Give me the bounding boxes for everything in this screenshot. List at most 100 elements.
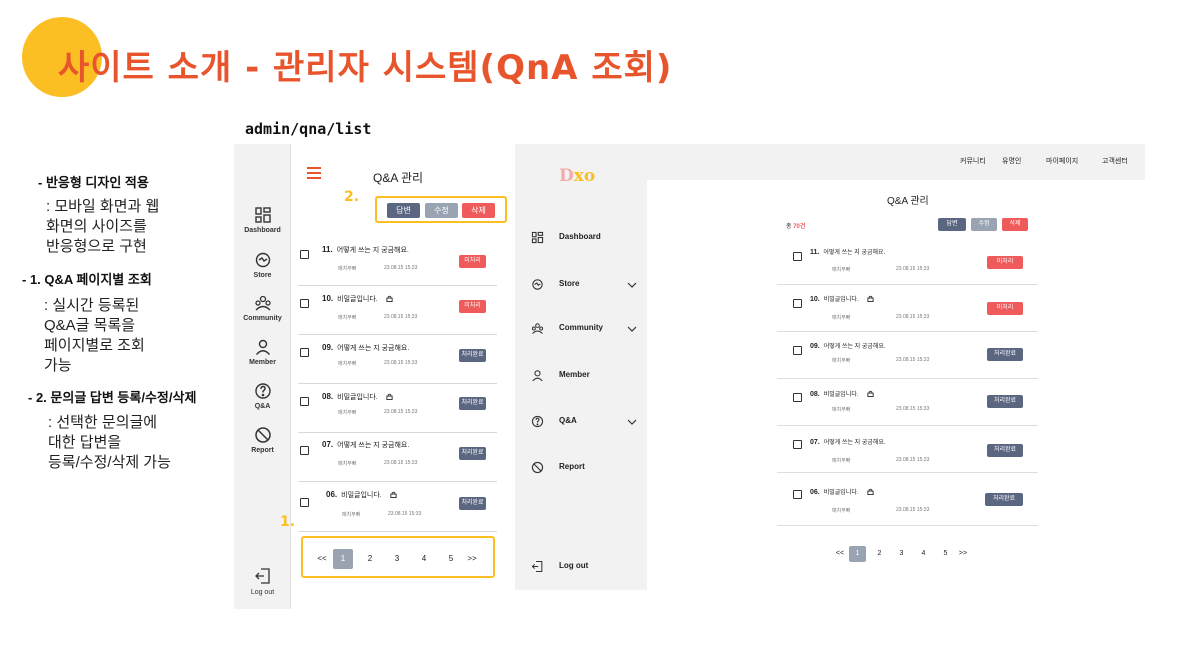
row-date: 23.08.15 15:33	[896, 266, 930, 272]
logo[interactable]: Dxo	[559, 166, 595, 186]
delete-button[interactable]: 삭제	[462, 203, 495, 218]
status-badge: 처리완료	[459, 497, 486, 510]
row-checkbox[interactable]	[793, 490, 802, 499]
desktop-table-row[interactable]: 10. 비밀글입니다. 매치무빠 23.08.15 15:33 미처리	[777, 285, 1038, 332]
row-number: 11.	[810, 249, 820, 256]
responsive-heading: - 반응형 디자인 적용	[38, 175, 149, 190]
desktop-nav-store[interactable]: Store	[531, 277, 641, 295]
chevron-down-icon[interactable]	[627, 324, 637, 334]
table-row[interactable]: 06. 비밀글입니다. 매치무빠 23.08.15 15:33 처리완료	[298, 482, 497, 532]
desktop-page-title: Q&A 관리	[887, 196, 929, 207]
grid-icon	[254, 207, 271, 223]
desktop-nav-qna[interactable]: Q&A	[531, 414, 641, 432]
row-date: 23.08.15 15:33	[896, 314, 930, 320]
row-checkbox[interactable]	[793, 393, 802, 402]
row-checkbox[interactable]	[300, 498, 309, 507]
table-row[interactable]: 09. 어떻게 쓰는 지 궁금해요. 매치무빠 23.08.15 15:33 처리…	[298, 335, 497, 384]
row-title: 10. 비밀글입니다.	[810, 294, 874, 303]
desktop-nav-community[interactable]: Community	[531, 321, 641, 339]
mobile-pagination: << 1 2 3 4 5 >>	[311, 549, 483, 569]
mobile-nav-qna[interactable]: Q&A	[234, 382, 291, 410]
desktop-nav-member[interactable]: Member	[531, 368, 641, 386]
row-checkbox[interactable]	[793, 252, 802, 261]
page-button[interactable]: 3	[893, 546, 910, 562]
chevron-down-icon[interactable]	[627, 417, 637, 427]
row-title: 09. 어떻게 쓰는 지 궁금해요.	[810, 341, 886, 350]
page-button[interactable]: 2	[360, 549, 380, 569]
page-button[interactable]: 2	[871, 546, 888, 562]
mobile-nav-label: Dashboard	[244, 227, 281, 234]
desktop-table-row[interactable]: 08. 비밀글입니다. 매치무빠 23.08.15 15:33 처리완료	[777, 379, 1038, 426]
mobile-logout-button[interactable]: Log out	[234, 567, 291, 596]
pagination-marker: 1.	[280, 514, 296, 530]
desktop-sidebar: Dxo Dashboard Store Community Member Q&A…	[515, 166, 647, 590]
top-link-mypage[interactable]: 마이페이지	[1046, 156, 1078, 166]
total-prefix: 총	[786, 224, 792, 230]
row-author: 매치무빠	[832, 267, 851, 273]
desktop-table-row[interactable]: 07. 어떻게 쓰는 지 궁금해요. 매치무빠 23.08.15 15:33 처리…	[777, 426, 1038, 473]
desktop-answer-button[interactable]: 답변	[938, 218, 966, 231]
desktop-table-row[interactable]: 11. 어떻게 쓰는 지 궁금해요. 매치무빠 23.08.15 15:33 미처…	[777, 238, 1038, 285]
row-author: 매치무빠	[832, 458, 851, 464]
feature2-line-3: 등록/수정/삭제 가능	[48, 454, 171, 471]
page-button[interactable]: 5	[441, 549, 461, 569]
row-checkbox[interactable]	[300, 348, 309, 357]
row-title-text: 어떻게 쓰는 지 궁금해요.	[823, 344, 886, 350]
row-title: 08. 비밀글입니다.	[322, 392, 393, 402]
row-number: 06.	[326, 490, 338, 499]
desktop-table-row[interactable]: 06. 비밀글입니다. 매치무빠 23.08.15 15:33 처리완료	[777, 473, 1038, 526]
page-button[interactable]: 4	[915, 546, 932, 562]
edit-button[interactable]: 수정	[425, 203, 458, 218]
table-row[interactable]: 11. 어떻게 쓰는 지 궁금해요. 매치무빠 23.08.15 15:33 미처…	[298, 237, 497, 286]
desktop-nav-report[interactable]: Report	[531, 460, 641, 478]
desktop-edit-button[interactable]: 수정	[971, 218, 997, 231]
mobile-nav-community[interactable]: Community	[234, 294, 291, 322]
top-link-support[interactable]: 고객센터	[1102, 156, 1128, 166]
row-title-text: 어떻게 쓰는 지 궁금해요.	[337, 345, 410, 352]
row-date: 23.08.15 15:33	[896, 406, 930, 412]
desktop-table-row[interactable]: 09. 어떻게 쓰는 지 궁금해요. 매치무빠 23.08.15 15:33 처리…	[777, 332, 1038, 379]
desktop-nav-dashboard[interactable]: Dashboard	[531, 230, 641, 248]
row-checkbox[interactable]	[300, 397, 309, 406]
table-row[interactable]: 10. 비밀글입니다. 매치무빠 23.08.15 15:33 미처리	[298, 286, 497, 335]
top-link-community[interactable]: 커뮤니티	[960, 156, 986, 166]
page-first-button[interactable]: <<	[831, 546, 849, 562]
community-icon	[531, 323, 544, 334]
row-checkbox[interactable]	[793, 346, 802, 355]
desktop-mockup: 커뮤니티 유명인 마이페이지 고객센터 Dxo Dashboard Store …	[515, 144, 1145, 590]
page-button[interactable]: 5	[937, 546, 954, 562]
row-checkbox[interactable]	[793, 299, 802, 308]
table-row[interactable]: 08. 비밀글입니다. 매치무빠 23.08.15 15:33 처리완료	[298, 384, 497, 433]
row-title: 07. 어떻게 쓰는 지 궁금해요.	[322, 440, 409, 450]
answer-button[interactable]: 답변	[387, 203, 420, 218]
row-number: 09.	[322, 343, 334, 352]
mobile-nav-dashboard[interactable]: Dashboard	[234, 206, 291, 234]
page-button[interactable]: 3	[387, 549, 407, 569]
page-last-button[interactable]: >>	[954, 546, 972, 562]
chevron-down-icon[interactable]	[627, 280, 637, 290]
logo-letters: xo	[573, 166, 596, 186]
mobile-nav-report[interactable]: Report	[234, 426, 291, 454]
desktop-logout-button[interactable]: Log out	[531, 559, 641, 577]
top-link-celebrity[interactable]: 유명인	[1002, 156, 1021, 166]
row-checkbox[interactable]	[793, 440, 802, 449]
mobile-nav-store[interactable]: Store	[234, 251, 291, 279]
mobile-nav-member[interactable]: Member	[234, 338, 291, 366]
row-author: 매치무빠	[832, 508, 851, 514]
total-count: 총 70건	[786, 221, 805, 230]
page-button-current[interactable]: 1	[333, 549, 353, 569]
row-checkbox[interactable]	[300, 299, 309, 308]
page-button-current[interactable]: 1	[849, 546, 866, 562]
row-checkbox[interactable]	[300, 250, 309, 259]
row-author: 매치무빠	[338, 361, 357, 367]
desktop-delete-button[interactable]: 삭제	[1002, 218, 1028, 231]
page-last-button[interactable]: >>	[461, 549, 483, 569]
row-checkbox[interactable]	[300, 446, 309, 455]
member-icon	[255, 339, 270, 355]
community-icon	[254, 295, 271, 311]
hamburger-menu-icon[interactable]	[307, 167, 321, 182]
page-button[interactable]: 4	[414, 549, 434, 569]
desktop-nav-label: Store	[559, 279, 580, 288]
table-row[interactable]: 07. 어떻게 쓰는 지 궁금해요. 매치무빠 23.08.15 15:33 처리…	[298, 433, 497, 482]
page-first-button[interactable]: <<	[311, 549, 333, 569]
